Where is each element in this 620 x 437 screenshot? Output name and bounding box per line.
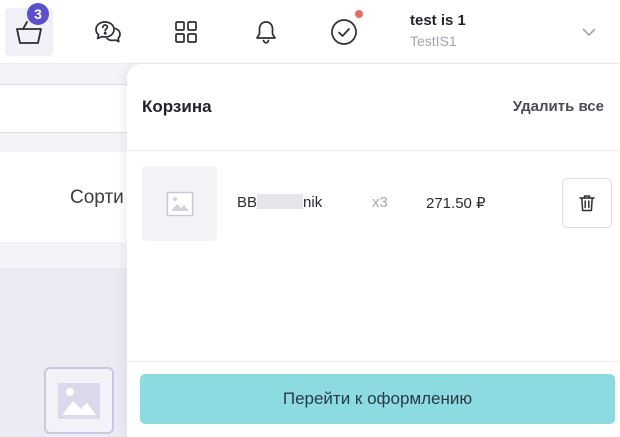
- page-search-field[interactable]: [0, 84, 140, 133]
- checkout-button[interactable]: Перейти к оформлению: [140, 374, 615, 424]
- image-icon: [58, 382, 100, 419]
- chat-question-icon: [95, 21, 121, 43]
- divider: [127, 361, 620, 362]
- cart-count-badge: 3: [27, 3, 49, 25]
- cart-item-name-prefix: BB: [237, 194, 258, 211]
- cart-item-price: 271.50 ₽: [426, 195, 486, 212]
- chevron-down-icon: [582, 28, 596, 36]
- grid-icon: [175, 21, 197, 43]
- image-icon: [166, 191, 193, 216]
- divider: [127, 150, 620, 151]
- cart-item-name-suffix: nik: [303, 194, 323, 211]
- sort-label[interactable]: Сорти: [70, 187, 124, 209]
- product-card-image[interactable]: [44, 367, 114, 434]
- tasks-indicator-dot: [355, 10, 363, 18]
- delete-item-button[interactable]: [562, 178, 612, 228]
- cart-item-quantity: x3: [372, 194, 388, 211]
- cart-drawer: Корзина Удалить все BB nik x3 271.50 ₽ П…: [127, 64, 620, 437]
- user-menu-toggle[interactable]: [580, 23, 598, 41]
- check-circle-icon: [331, 19, 357, 45]
- trash-icon: [579, 195, 595, 212]
- notifications-button[interactable]: [242, 8, 290, 56]
- user-name[interactable]: test is 1: [410, 12, 466, 29]
- clear-all-button[interactable]: Удалить все: [513, 98, 604, 115]
- top-bar: 3 test is 1 TestIS1: [0, 0, 620, 64]
- cart-item: BB nik x3 271.50 ₽: [127, 166, 620, 241]
- redacted-text: [257, 194, 304, 209]
- cart-item-name: BB nik: [237, 194, 322, 211]
- cart-title: Корзина: [142, 97, 212, 116]
- support-button[interactable]: [84, 8, 132, 56]
- apps-button[interactable]: [162, 8, 210, 56]
- cart-item-image: [142, 166, 217, 241]
- user-login[interactable]: TestIS1: [410, 33, 457, 49]
- bell-icon: [256, 21, 276, 44]
